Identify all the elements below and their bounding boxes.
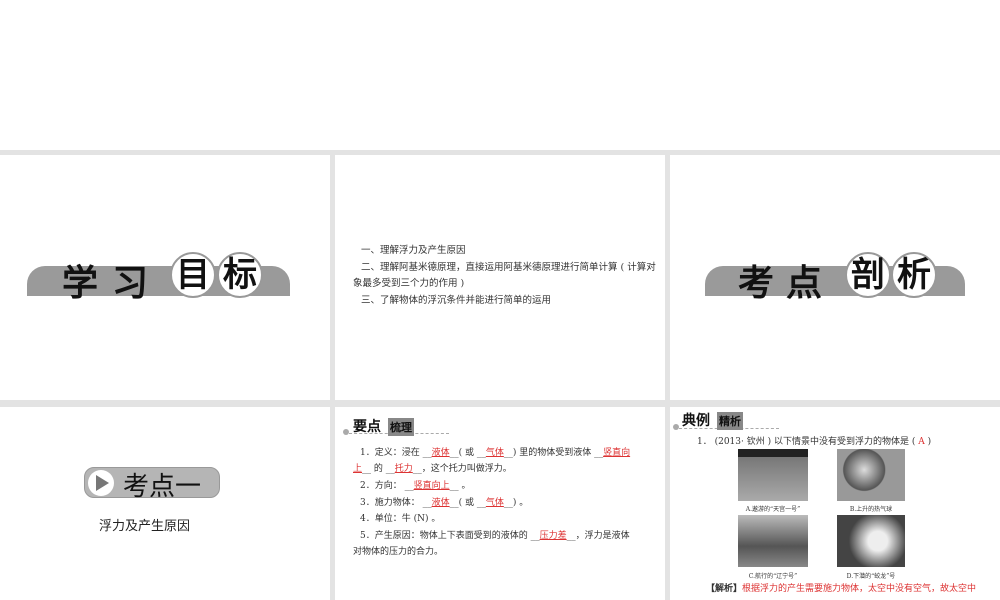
title-char-circle: 目 bbox=[170, 252, 216, 298]
slide-6[interactable]: 典例 精析 1． (2013· 钦州 ) 以下情景中没有受到浮力的物体是 ( A… bbox=[670, 407, 1000, 600]
slide-5[interactable]: 要点 梳理 1．定义：浸在 __液体__( 或 __气体__) 里的物体受到液体… bbox=[335, 407, 665, 600]
caption-b: B.上升的热气球 bbox=[849, 506, 893, 513]
title-char: 学 bbox=[62, 263, 99, 304]
goal-2: 二、理解阿基米德原理，直接运用阿基米德原理进行简单计算 ( 计算对 bbox=[361, 262, 656, 273]
point-1-cont: 上__ 的 __托力__，这个托力叫做浮力。 bbox=[353, 464, 512, 474]
caption-d: D.下潜的“蛟龙”号 bbox=[846, 573, 896, 580]
image-tiangong bbox=[738, 449, 808, 501]
title-char: 点 bbox=[786, 263, 823, 304]
section-header-box: 梳理 bbox=[388, 418, 414, 436]
slide-4[interactable] bbox=[0, 407, 330, 600]
title-char: 考 bbox=[738, 263, 775, 304]
question: 1． (2013· 钦州 ) 以下情景中没有受到浮力的物体是 ( A ) bbox=[697, 437, 932, 447]
section-header: 典例 bbox=[682, 413, 710, 429]
play-icon bbox=[88, 470, 114, 496]
point-2: 2．方向： __竖直向上__ 。 bbox=[360, 481, 471, 491]
title-char-circle: 析 bbox=[891, 252, 937, 298]
title-char: 习 bbox=[112, 263, 149, 304]
header-dot bbox=[343, 429, 349, 435]
analysis-label: 【解析】 bbox=[706, 584, 743, 594]
title-char-circle: 剖 bbox=[845, 252, 891, 298]
image-balloon bbox=[837, 449, 905, 501]
point-1: 1．定义：浸在 __液体__( 或 __气体__) 里的物体受到液体 __竖直向 bbox=[360, 448, 631, 458]
point-4: 4．单位：牛 (N) 。 bbox=[360, 514, 441, 524]
goal-1: 一、理解浮力及产生原因 bbox=[361, 245, 466, 256]
analysis-text: 根据浮力的产生需要施力物体，太空中没有空气，故太空中 bbox=[742, 584, 977, 594]
point-5-cont: 对物体的压力的合力。 bbox=[353, 547, 444, 557]
goal-3: 三、了解物体的浮沉条件并能进行简单的运用 bbox=[361, 295, 552, 306]
point-3: 3．施力物体： __液体__( 或 __气体__) 。 bbox=[360, 498, 529, 508]
top-blank-area bbox=[0, 0, 1000, 150]
subtitle: 浮力及产生原因 bbox=[99, 519, 191, 534]
image-liaoning bbox=[738, 515, 808, 567]
section-header: 要点 bbox=[353, 419, 381, 435]
goal-2-cont: 象最多受到三个力的作用 ) bbox=[353, 278, 465, 289]
caption-c: C.航行的“辽宁号” bbox=[748, 573, 798, 580]
header-dot bbox=[673, 424, 679, 430]
point-5: 5．产生原因：物体上下表面受到的液体的 __压力差__，浮力是液体 bbox=[360, 531, 630, 541]
caption-a: A.遨游的“天宫一号” bbox=[745, 506, 801, 513]
slide-2[interactable]: 一、理解浮力及产生原因 二、理解阿基米德原理，直接运用阿基米德原理进行简单计算 … bbox=[335, 155, 665, 400]
kaodian-badge: 考点一 bbox=[84, 467, 220, 502]
title-char-circle: 标 bbox=[217, 252, 263, 298]
section-header-box: 精析 bbox=[717, 412, 743, 430]
badge-text: 考点一 bbox=[123, 472, 202, 502]
image-jiaolong bbox=[837, 515, 905, 567]
analysis: 【解析】根据浮力的产生需要施力物体，太空中没有空气，故太空中 bbox=[706, 583, 976, 595]
